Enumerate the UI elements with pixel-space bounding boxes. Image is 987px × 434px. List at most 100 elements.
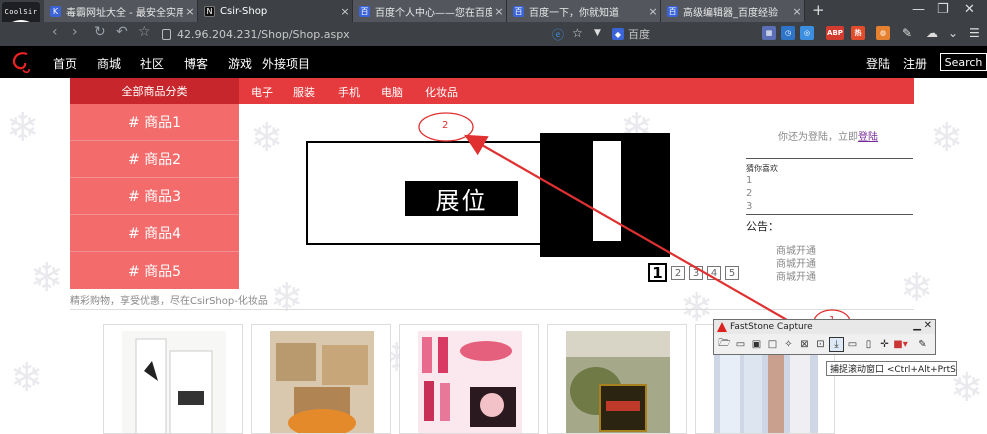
capture-video-icon[interactable]: ▭	[845, 337, 860, 352]
capture-scrolling-icon[interactable]: ⤓	[829, 337, 844, 352]
forward-icon[interactable]: ›	[72, 24, 78, 40]
sidebar-item-product3[interactable]: # 商品3	[70, 178, 239, 215]
ext-orange-icon[interactable]: ◍	[876, 26, 890, 40]
category-phone[interactable]: 手机	[338, 84, 360, 100]
header-register-link[interactable]: 注册	[903, 55, 927, 72]
product-card[interactable]	[399, 324, 539, 434]
notice-item[interactable]: 商城开通	[776, 268, 816, 283]
tab-label: Csir-Shop	[220, 5, 268, 17]
screen-recorder-icon[interactable]: ▯	[861, 337, 876, 352]
nav-community[interactable]: 社区	[140, 55, 164, 72]
address-text: 42.96.204.231/Shop/Shop.aspx	[177, 27, 350, 41]
ext-cart-icon[interactable]: ◎	[800, 26, 814, 40]
reload-icon[interactable]: ↻	[94, 24, 106, 40]
magnifier-icon[interactable]: ✛	[877, 337, 892, 352]
nav-home[interactable]: 首页	[53, 55, 77, 72]
category-computer[interactable]: 电脑	[381, 84, 403, 100]
favorite-star-icon[interactable]: ☆	[572, 26, 583, 40]
slogan-text: 精彩购物，享受优惠，尽在CsirShop-化妆品	[70, 296, 268, 307]
product-card[interactable]	[103, 324, 243, 434]
nav-game[interactable]: 游戏	[228, 55, 252, 72]
product-card[interactable]	[547, 324, 687, 434]
faststone-minimize-icon[interactable]: ▁	[913, 320, 921, 331]
minimize-icon[interactable]: —	[912, 2, 925, 17]
faststone-window[interactable]: FastStone Capture ▁ ✕ 🗁 ▭ ▣ □ ✧ ⊠ ⊡ ⤓ ▭ …	[713, 319, 936, 355]
banner-slide[interactable]: 展位	[306, 141, 543, 245]
capture-rect-icon[interactable]: □	[765, 337, 780, 352]
tab-duba[interactable]: K 毒霸网址大全 - 最安全实用的 ×	[44, 0, 198, 22]
faststone-title: FastStone Capture	[730, 322, 813, 332]
close-window-icon[interactable]: ✕	[964, 2, 975, 17]
open-folder-icon[interactable]: 🗁	[717, 337, 732, 352]
settings-icon[interactable]: ✎	[915, 337, 930, 352]
site-nav-bar: 首页 商城 社区 博客 游戏 外接项目 登陆 注册 Search	[0, 46, 987, 78]
pager-page-5[interactable]: 5	[725, 266, 739, 280]
sidebar-item-product2[interactable]: # 商品2	[70, 141, 239, 178]
pager-page-3[interactable]: 3	[689, 266, 703, 280]
page-icon	[162, 28, 171, 40]
category-electronics[interactable]: 电子	[251, 84, 273, 100]
maximize-icon[interactable]: ❐	[937, 2, 949, 17]
address-bar[interactable]: 42.96.204.231/Shop/Shop.aspx	[162, 25, 540, 43]
adblock-icon[interactable]: ABP	[826, 26, 844, 40]
menu-icon[interactable]: ☰	[969, 26, 980, 40]
faststone-close-icon[interactable]: ✕	[924, 320, 932, 331]
tab-close-icon[interactable]: ×	[646, 5, 660, 18]
ext-hot-icon[interactable]: 热	[851, 26, 865, 40]
pager-page-2[interactable]: 2	[671, 266, 685, 280]
header-login-link[interactable]: 登陆	[866, 55, 890, 72]
tab-close-icon[interactable]: ×	[338, 5, 352, 18]
faststone-logo-icon	[717, 322, 727, 332]
cloud-icon[interactable]: ☁	[926, 26, 938, 40]
nav-mall[interactable]: 商城	[97, 55, 121, 72]
tab-close-icon[interactable]: ×	[492, 5, 506, 18]
pin-icon[interactable]: ✎	[902, 26, 912, 40]
all-categories-button[interactable]: 全部商品分类	[70, 78, 239, 104]
faststone-titlebar[interactable]: FastStone Capture ▁ ✕	[714, 320, 935, 334]
tab-baidu-jingyan[interactable]: 百 高级编辑器_百度经验 ×	[661, 0, 805, 22]
capture-fullscreen-icon[interactable]: ⊠	[797, 337, 812, 352]
ext-grid-icon[interactable]: ▦	[762, 26, 776, 40]
sidebar-item-product5[interactable]: # 商品5	[70, 252, 239, 289]
ie-mode-icon[interactable]: ⓔ	[552, 26, 564, 43]
guess-item[interactable]: 3	[746, 201, 752, 212]
category-cosmetics[interactable]: 化妆品	[425, 84, 458, 100]
sidebar-item-product4[interactable]: # 商品4	[70, 215, 239, 252]
output-icon[interactable]: ■▾	[893, 337, 908, 352]
capture-window-icon[interactable]: ▭	[733, 337, 748, 352]
tab-close-icon[interactable]: ×	[183, 5, 197, 18]
tab-favicon-icon: 百	[667, 5, 678, 17]
capture-fixed-icon[interactable]: ⊡	[813, 337, 828, 352]
new-tab-button[interactable]: +	[812, 1, 825, 19]
capture-object-icon[interactable]: ▣	[749, 337, 764, 352]
guess-item[interactable]: 1	[746, 175, 752, 186]
banner-pager: 1 2 3 4 5	[648, 263, 743, 282]
tab-csir-shop[interactable]: N Csir-Shop ×	[198, 0, 353, 22]
pager-page-1[interactable]: 1	[648, 263, 667, 282]
product-image	[270, 331, 374, 433]
sidebar-item-product1[interactable]: # 商品1	[70, 104, 239, 141]
login-tip-text: 你还为登陆，立即	[778, 132, 858, 143]
dropdown-chevron-icon[interactable]: ▼	[594, 28, 601, 38]
faststone-toolbar: 🗁 ▭ ▣ □ ✧ ⊠ ⊡ ⤓ ▭ ▯ ✛ ■▾ ✎	[717, 337, 931, 353]
chevron-down-icon[interactable]: ⌄	[948, 26, 958, 40]
pager-page-4[interactable]: 4	[707, 266, 721, 280]
tab-close-icon[interactable]: ×	[790, 5, 804, 18]
nav-blog[interactable]: 博客	[184, 55, 208, 72]
login-tip-link[interactable]: 登陆	[858, 132, 878, 143]
search-button[interactable]: Search	[940, 53, 987, 71]
back-icon[interactable]: ‹	[52, 24, 58, 40]
tab-baidu-center[interactable]: 百 百度个人中心——您在百度 ×	[353, 0, 507, 22]
category-clothing[interactable]: 服装	[293, 84, 315, 100]
capture-freehand-icon[interactable]: ✧	[781, 337, 796, 352]
tab-baidu-search[interactable]: 百 百度一下，你就知道 ×	[507, 0, 661, 22]
product-card[interactable]	[251, 324, 391, 434]
search-engine-box[interactable]: ◆ 百度	[612, 25, 752, 43]
undo-icon[interactable]: ↶	[116, 24, 128, 40]
nav-external[interactable]: 外接项目	[262, 55, 310, 72]
snowflake-icon: ❄	[900, 265, 934, 311]
site-logo[interactable]	[8, 48, 36, 76]
guess-item[interactable]: 2	[746, 188, 752, 199]
bookmark-star-icon[interactable]: ☆	[138, 24, 151, 40]
ext-clock-icon[interactable]: ◷	[781, 26, 795, 40]
